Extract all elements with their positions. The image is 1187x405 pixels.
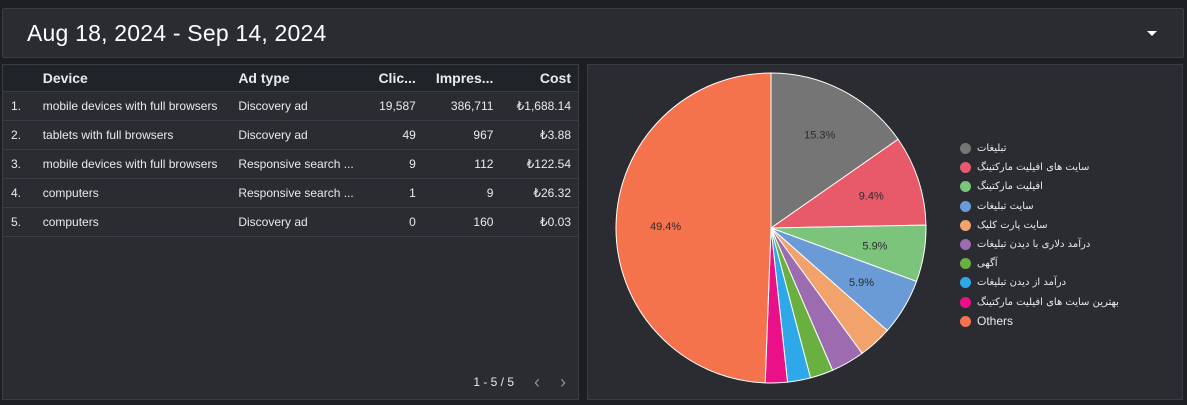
device-table: Device Ad type Clic... Impres... Cost 1.…	[3, 65, 578, 237]
cell-clicks: 49	[362, 120, 420, 150]
cell-device: mobile devices with full browsers	[34, 149, 235, 179]
legend-label: سایت پارت کلیک	[977, 219, 1048, 231]
row-index: 4.	[3, 178, 35, 208]
pie-slice-label: 5.9%	[849, 277, 874, 289]
row-index: 5.	[3, 207, 35, 237]
cell-impressions: 160	[419, 207, 498, 237]
pie-slice-label: 9.4%	[859, 190, 884, 202]
legend-label: بهترین سایت های افیلیت مارکتینگ	[977, 296, 1119, 308]
chart-legend: تبلیغات سایت های افیلیت مارکتینگ افیلیت ما…	[960, 139, 1119, 331]
legend-item[interactable]: افیلیت مارکتینگ	[960, 177, 1119, 196]
cell-ad-type: Discovery ad	[234, 90, 363, 121]
pie-slice-label: 15.3%	[804, 130, 835, 142]
legend-item[interactable]: درآمد از دیدن تبلیغات	[960, 273, 1119, 292]
cell-cost: ₺122.54	[497, 149, 578, 179]
cell-ad-type: Responsive search ...	[234, 178, 363, 208]
cell-impressions: 967	[419, 120, 498, 150]
legend-item[interactable]: سایت تبلیغات	[960, 197, 1119, 216]
table-header-row: Device Ad type Clic... Impres... Cost	[3, 65, 578, 91]
cell-clicks: 0	[362, 207, 420, 237]
legend-item[interactable]: سایت پارت کلیک	[960, 216, 1119, 235]
cell-clicks: 9	[362, 149, 420, 179]
legend-swatch	[960, 239, 971, 251]
legend-label: Others	[977, 314, 1014, 329]
row-index: 3.	[3, 149, 35, 179]
legend-item[interactable]: آگهی	[960, 254, 1119, 273]
legend-swatch	[960, 315, 971, 327]
legend-item[interactable]: سایت های افیلیت مارکتینگ	[960, 158, 1119, 177]
table-row: 1. mobile devices with full browsers Dis…	[3, 90, 578, 121]
cell-clicks: 1	[362, 178, 420, 208]
row-index: 1.	[3, 90, 35, 121]
cell-impressions: 9	[419, 178, 498, 208]
cell-ad-type: Responsive search ...	[234, 149, 363, 179]
cell-impressions: 386,711	[419, 90, 498, 121]
cell-ad-type: Discovery ad	[234, 120, 363, 150]
pagination-label: 1 - 5 / 5	[473, 375, 514, 389]
cell-cost: ₺0.03	[497, 207, 578, 237]
legend-swatch	[960, 277, 971, 289]
legend-item[interactable]: Others	[960, 312, 1119, 331]
legend-label: درآمد از دیدن تبلیغات	[977, 277, 1067, 289]
table-row: 3. mobile devices with full browsers Res…	[3, 149, 578, 179]
cell-impressions: 112	[419, 149, 498, 179]
legend-item[interactable]: بهترین سایت های افیلیت مارکتینگ	[960, 293, 1119, 312]
caret-down-icon[interactable]	[1147, 30, 1157, 36]
legend-item[interactable]: تبلیغات	[960, 139, 1119, 158]
col-header-impressions[interactable]: Impres...	[420, 65, 498, 91]
table-row: 5. computers Discovery ad 0 160 ₺0.03	[3, 207, 578, 237]
pie-slice-label: 5.9%	[862, 240, 887, 252]
col-header-clicks[interactable]: Clic...	[362, 65, 420, 91]
legend-swatch	[960, 296, 971, 308]
cell-cost: ₺26.32	[497, 178, 578, 208]
pie-slice-label: 49.4%	[650, 221, 681, 233]
cell-device: computers	[34, 207, 235, 237]
col-header-cost[interactable]: Cost	[497, 65, 578, 91]
row-index: 2.	[3, 120, 35, 150]
legend-label: تبلیغات	[977, 143, 1007, 155]
legend-label: افیلیت مارکتینگ	[977, 181, 1043, 193]
chevron-left-icon[interactable]: ‹	[534, 373, 540, 391]
cell-cost: ₺1,688.14	[497, 90, 578, 121]
cell-ad-type: Discovery ad	[234, 207, 363, 237]
legend-label: آگهی	[977, 258, 998, 270]
legend-swatch	[960, 162, 971, 174]
pie-slice[interactable]	[615, 72, 772, 384]
legend-swatch	[960, 219, 971, 231]
col-header-index	[3, 65, 35, 91]
legend-label: سایت تبلیغات	[977, 200, 1034, 212]
cell-device: computers	[34, 178, 235, 208]
legend-swatch	[960, 181, 971, 193]
legend-item[interactable]: درآمد دلاری با دیدن تبلیغات	[960, 235, 1119, 254]
cell-device: tablets with full browsers	[34, 120, 235, 150]
legend-swatch	[960, 143, 971, 155]
pagination: 1 - 5 / 5 ‹ ›	[473, 373, 566, 391]
col-header-device[interactable]: Device	[35, 65, 235, 91]
col-header-ad-type[interactable]: Ad type	[234, 65, 362, 91]
date-range-label: Aug 18, 2024 - Sep 14, 2024	[27, 19, 327, 46]
device-table-card: Device Ad type Clic... Impres... Cost 1.…	[2, 64, 579, 400]
cell-clicks: 19,587	[362, 90, 420, 121]
chevron-right-icon[interactable]: ›	[560, 373, 566, 391]
table-row: 2. tablets with full browsers Discovery …	[3, 120, 578, 150]
table-row: 4. computers Responsive search ... 1 9 ₺…	[3, 178, 578, 208]
legend-swatch	[960, 258, 971, 270]
cell-cost: ₺3.88	[497, 120, 578, 150]
legend-label: سایت های افیلیت مارکتینگ	[977, 162, 1090, 174]
cell-device: mobile devices with full browsers	[34, 90, 235, 121]
legend-swatch	[960, 200, 971, 212]
pie-chart-card: 15.3% 9.4% 5.9% 5.9% 49.4% تبلیغات سایت های ا…	[587, 64, 1183, 400]
date-range-picker[interactable]: Aug 18, 2024 - Sep 14, 2024	[2, 8, 1184, 58]
legend-label: درآمد دلاری با دیدن تبلیغات	[977, 239, 1091, 251]
